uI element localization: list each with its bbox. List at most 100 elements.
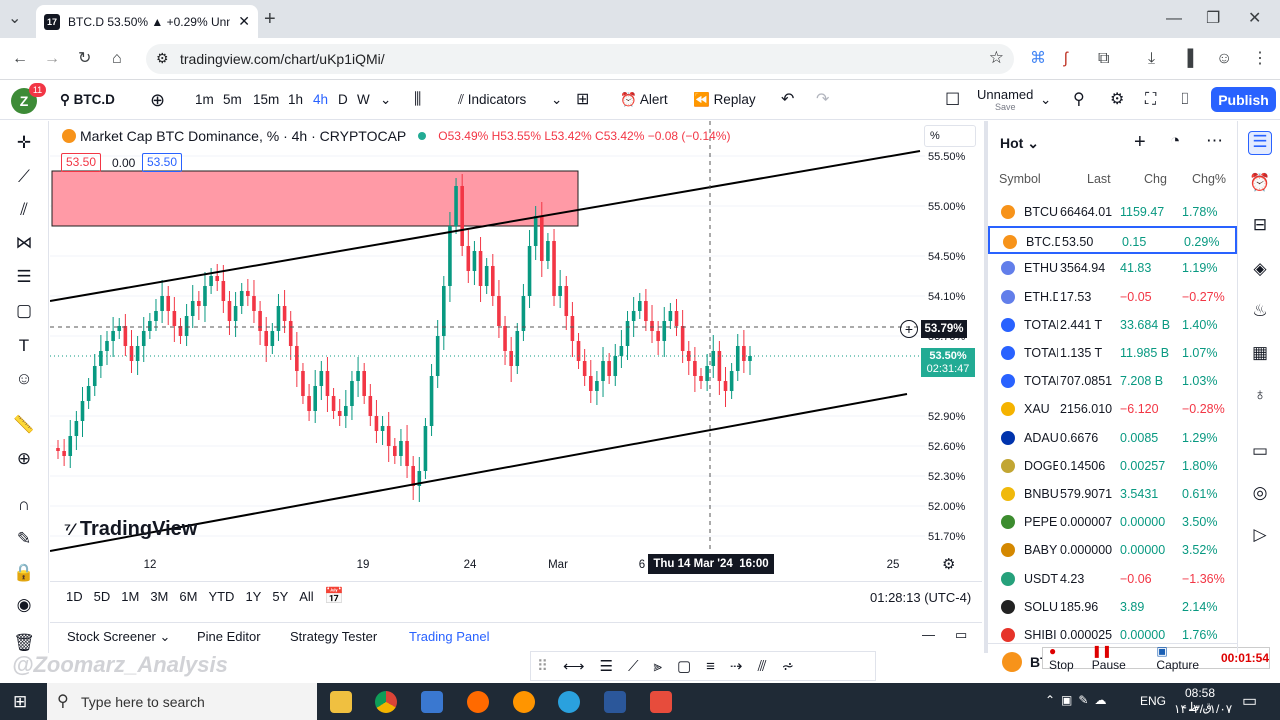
trend-line-icon[interactable]: ⟋ bbox=[12, 165, 36, 189]
draw-mode-pencil-icon[interactable]: ✎ bbox=[12, 527, 36, 551]
replay-button[interactable]: ⏪ Replay bbox=[693, 90, 756, 110]
zoom-in-icon[interactable]: ⊕ bbox=[12, 447, 36, 471]
download-icon[interactable]: ⤓ bbox=[1148, 49, 1155, 69]
price-chart[interactable]: 55.50%55.00%54.50%54.10%53.70%52.90%52.6… bbox=[50, 121, 982, 581]
capture-button[interactable]: ▣ Capture bbox=[1156, 644, 1213, 672]
layout-name[interactable]: Unnamed bbox=[977, 87, 1033, 102]
ask-price-box[interactable]: 53.50 bbox=[142, 153, 183, 172]
pause-recording-button[interactable]: ❚❚ Pause bbox=[1092, 644, 1149, 672]
interval-d[interactable]: D bbox=[338, 90, 348, 110]
chart-type-candles-icon[interactable]: ⫼ bbox=[414, 90, 421, 110]
notification-center-icon[interactable]: ▭ bbox=[1242, 691, 1257, 711]
column-header-chgpct[interactable]: Chg% bbox=[1192, 172, 1226, 186]
interval-1h[interactable]: 1h bbox=[288, 90, 303, 110]
extension-icon-red[interactable]: ʃ bbox=[1064, 49, 1068, 69]
url-field[interactable]: ⚙ tradingview.com/chart/uKp1iQMi/ ☆ bbox=[146, 44, 1014, 74]
undo-icon[interactable]: ↶ bbox=[781, 90, 794, 110]
column-header-chg[interactable]: Chg bbox=[1144, 172, 1167, 186]
extensions-icon[interactable]: ⧉ bbox=[1098, 49, 1109, 69]
watchlist-icon[interactable]: ☰ bbox=[1248, 131, 1272, 155]
expand-panel-icon[interactable]: ▷ bbox=[1248, 525, 1272, 549]
ideas-bulb-icon[interactable]: ♁ bbox=[1248, 385, 1272, 409]
watchlist-row[interactable]: DOGE 0.14506 0.00257 1.80% bbox=[988, 452, 1237, 480]
watchlist-row[interactable]: BTC.D 53.50 0.15 0.29% bbox=[988, 226, 1237, 255]
interval-w[interactable]: W bbox=[357, 90, 370, 110]
bookmark-star-icon[interactable]: ☆ bbox=[989, 48, 1004, 68]
language-indicator[interactable]: ENG bbox=[1140, 694, 1166, 708]
watchlist-row[interactable]: ADAU 0.6676 0.0085 1.29% bbox=[988, 424, 1237, 452]
watchlist-title[interactable]: Hot ⌄ bbox=[1000, 135, 1039, 152]
close-window-icon[interactable]: ✕ bbox=[1248, 9, 1261, 29]
watchlist-row[interactable]: XAU 2156.010 −6.120 −0.28% bbox=[988, 395, 1237, 423]
minimize-panel-icon[interactable]: — bbox=[922, 627, 935, 642]
quick-search-icon[interactable]: ⚲ bbox=[1073, 90, 1085, 110]
range-1m[interactable]: 1M bbox=[121, 589, 139, 604]
fib-channel-icon[interactable]: ⫻ bbox=[757, 658, 766, 675]
price-scale-unit[interactable]: % bbox=[924, 125, 976, 147]
site-info-icon[interactable]: ⚙ bbox=[156, 50, 169, 67]
media-app-icon[interactable] bbox=[650, 691, 672, 713]
watchlist-row[interactable]: SOLU 185.96 3.89 2.14% bbox=[988, 593, 1237, 621]
chrome-icon[interactable] bbox=[375, 691, 397, 713]
settings-gear-icon[interactable]: ⚙ bbox=[1110, 90, 1124, 110]
time-axis-settings-icon[interactable]: ⚙ bbox=[942, 555, 955, 573]
watchlist-row[interactable]: TOTAI 707.0851 7.208 B 1.03% bbox=[988, 367, 1237, 395]
tray-icons[interactable]: ⌃▣✎☁ bbox=[1045, 693, 1112, 707]
ray-icon[interactable]: ⇢ bbox=[730, 657, 743, 675]
fib-tool-icon[interactable]: ⫽ bbox=[12, 198, 36, 222]
taskbar-date[interactable]: ۱۴۰۳/۰۱/۰۷ bbox=[1174, 702, 1232, 716]
range-3m[interactable]: 3M bbox=[150, 589, 168, 604]
advanced-view-icon[interactable]: ◔ bbox=[1170, 131, 1180, 151]
alert-button[interactable]: ⏰ Alert bbox=[620, 90, 668, 110]
indicators-dropdown-chevron-icon[interactable]: ⌄ bbox=[551, 90, 562, 110]
horizontal-line-icon[interactable]: ⟷ bbox=[563, 657, 585, 675]
streams-icon[interactable]: ◎ bbox=[1248, 483, 1272, 507]
calculator-icon[interactable] bbox=[421, 691, 443, 713]
file-explorer-icon[interactable] bbox=[330, 691, 352, 713]
chat-icon[interactable]: ▭ bbox=[1248, 441, 1272, 465]
watchlist-row[interactable]: ETH.D 17.53 −0.05 −0.27% bbox=[988, 283, 1237, 311]
stop-recording-button[interactable]: ● Stop bbox=[1049, 644, 1084, 672]
watchlist-row[interactable]: USDT 4.23 −0.06 −1.36% bbox=[988, 565, 1237, 593]
interval-4h[interactable]: 4h bbox=[313, 90, 328, 110]
interval-1m[interactable]: 1m bbox=[195, 90, 214, 110]
tab-strategy-tester[interactable]: Strategy Tester bbox=[290, 629, 377, 644]
legend-title[interactable]: Market Cap BTC Dominance, % · 4h · CRYPT… bbox=[80, 128, 406, 144]
range-6m[interactable]: 6M bbox=[179, 589, 197, 604]
hotlists-flame-icon[interactable]: ♨ bbox=[1248, 301, 1272, 325]
taskbar-search[interactable]: ⚲ Type here to search bbox=[47, 683, 317, 720]
publish-button[interactable]: Publish bbox=[1211, 87, 1276, 112]
line-tool-icon[interactable]: ⟋ bbox=[628, 658, 639, 675]
utc-clock[interactable]: 01:28:13 (UTC-4) bbox=[870, 590, 971, 605]
crosshair-icon[interactable]: ✛ bbox=[12, 131, 36, 155]
parallel-channel-icon[interactable]: ☰ bbox=[600, 657, 613, 675]
ruler-icon[interactable]: 📏 bbox=[12, 413, 36, 437]
bid-price-box[interactable]: 53.50 bbox=[61, 153, 102, 172]
reload-icon[interactable]: ↻ bbox=[78, 49, 91, 69]
layers-icon[interactable]: ◈ bbox=[1248, 259, 1272, 283]
range-1y[interactable]: 1Y bbox=[245, 589, 261, 604]
gann-icon[interactable]: ⩫ bbox=[781, 657, 794, 675]
watchlist-row[interactable]: BABYI 0.000000 0.00000 3.52% bbox=[988, 536, 1237, 564]
watchlist-row[interactable]: PEPE 0.000007 0.00000 3.50% bbox=[988, 508, 1237, 536]
interval-15m[interactable]: 15m bbox=[253, 90, 279, 110]
shape-tool-icon[interactable]: ▢ bbox=[12, 299, 36, 323]
text-tool-icon[interactable]: T bbox=[12, 334, 36, 358]
watchlist-row[interactable]: BTCU 66464.01 1159.47 1.78% bbox=[988, 198, 1237, 226]
watchlist-row[interactable]: TOTAI 1.135 T 11.985 B 1.07% bbox=[988, 339, 1237, 367]
object-tree-icon[interactable]: ⊟ bbox=[1248, 215, 1272, 239]
eye-visibility-icon[interactable]: ◉ bbox=[12, 593, 36, 617]
minimize-icon[interactable]: — bbox=[1166, 9, 1182, 29]
app-icon-orange[interactable] bbox=[467, 691, 489, 713]
tab-pine-editor[interactable]: Pine Editor bbox=[197, 629, 261, 644]
column-header-symbol[interactable]: Symbol bbox=[999, 172, 1041, 186]
alerts-clock-icon[interactable]: ⏰ bbox=[1248, 173, 1272, 197]
word-icon[interactable] bbox=[604, 691, 626, 713]
telegram-icon[interactable] bbox=[558, 691, 580, 713]
fullscreen-icon[interactable]: ⛶ bbox=[1145, 90, 1156, 110]
templates-grid-icon[interactable]: ⊞ bbox=[576, 90, 589, 110]
tab-close-icon[interactable]: ✕ bbox=[238, 13, 250, 30]
lines-icon[interactable]: ≡ bbox=[706, 658, 715, 675]
maximize-panel-icon[interactable]: ▭ bbox=[955, 627, 967, 643]
rectangle-icon[interactable]: ▢ bbox=[677, 657, 691, 675]
